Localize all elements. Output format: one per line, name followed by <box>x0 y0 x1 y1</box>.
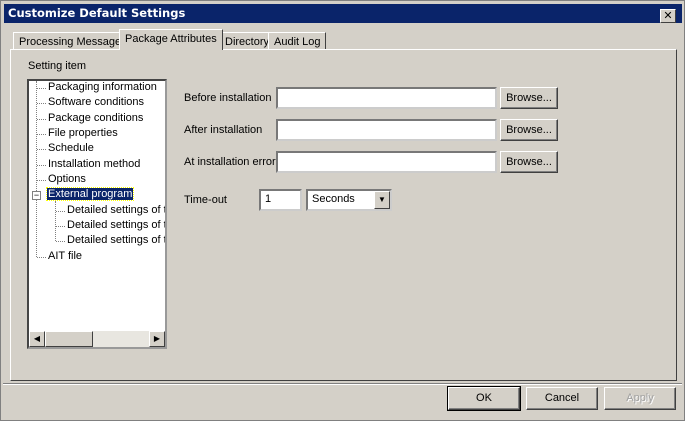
timeout-unit-value: Seconds <box>312 193 355 205</box>
tree-item[interactable]: Options <box>48 173 86 185</box>
tree-item[interactable]: Software conditions <box>48 96 144 108</box>
timeout-unit-select[interactable]: Seconds ▼ <box>306 189 392 211</box>
tree-item[interactable]: AIT file <box>48 250 82 262</box>
tab-package-attributes[interactable]: Package Attributes <box>119 29 223 50</box>
tab-audit-log[interactable]: Audit Log <box>268 32 327 50</box>
before-installation-input[interactable] <box>276 87 497 109</box>
after-browse-button[interactable]: Browse... <box>500 119 558 141</box>
close-button[interactable]: ✕ <box>660 9 676 23</box>
dialog-window: Customize Default Settings ✕ Processing … <box>0 0 685 421</box>
tree-item[interactable]: Package conditions <box>48 112 143 124</box>
installation-error-input[interactable] <box>276 151 497 173</box>
after-installation-input[interactable] <box>276 119 497 141</box>
before-installation-label: Before installation <box>184 92 272 104</box>
tree-item[interactable]: Detailed settings of th <box>67 204 165 216</box>
tree-item[interactable]: Detailed settings of th <box>67 234 165 246</box>
tree-item-selected[interactable]: External program <box>45 187 135 201</box>
dropdown-arrow-icon[interactable]: ▼ <box>374 191 390 209</box>
cancel-button[interactable]: Cancel <box>526 387 598 410</box>
ok-button[interactable]: OK <box>447 386 521 411</box>
tree-item[interactable]: File properties <box>48 127 118 139</box>
setting-tree[interactable]: Packaging information Software condition… <box>27 79 167 349</box>
tree-item[interactable]: Schedule <box>48 142 94 154</box>
window-title: Customize Default Settings <box>8 6 186 20</box>
error-browse-button[interactable]: Browse... <box>500 151 558 173</box>
tab-processing-message[interactable]: Processing Message <box>13 32 128 50</box>
after-installation-label: After installation <box>184 124 263 136</box>
installation-error-label: At installation error <box>184 156 276 168</box>
scroll-left-icon[interactable]: ◀ <box>29 331 45 347</box>
tree-item[interactable]: Packaging information <box>48 81 157 93</box>
setting-item-label: Setting item <box>28 60 87 72</box>
title-bar: Customize Default Settings ✕ <box>4 4 682 23</box>
apply-button[interactable]: Apply <box>604 387 676 410</box>
timeout-input[interactable]: 1 <box>259 189 302 211</box>
collapse-icon[interactable]: − <box>32 191 41 200</box>
tree-item[interactable]: Installation method <box>48 158 140 170</box>
tree-item[interactable]: Detailed settings of th <box>67 219 165 231</box>
tab-directory[interactable]: Directory <box>219 32 276 50</box>
before-browse-button[interactable]: Browse... <box>500 87 558 109</box>
divider <box>3 383 682 385</box>
scroll-thumb[interactable] <box>45 331 93 347</box>
scroll-right-icon[interactable]: ▶ <box>149 331 165 347</box>
horizontal-scrollbar[interactable]: ◀ ▶ <box>29 331 165 347</box>
timeout-label: Time-out <box>184 194 227 206</box>
